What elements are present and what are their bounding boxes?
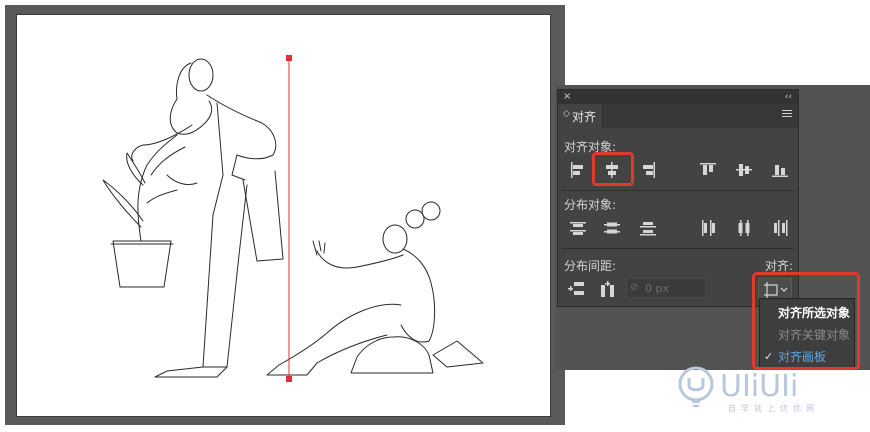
panel-titlebar: × ‹‹ <box>558 90 798 104</box>
distribute-horizontal-center-button[interactable] <box>734 218 754 238</box>
distribute-bottom-button[interactable] <box>638 218 658 238</box>
align-vertical-center-button[interactable] <box>734 160 754 180</box>
workspace: × ‹‹ ◇ 对齐 对齐对象: 分布对象: 分布间距: 对齐: ⊘ 0 px 对… <box>0 0 870 432</box>
align-left-icon <box>571 162 583 178</box>
watermark-logo: UIiUIi <box>678 366 798 407</box>
vertical-distribute-space-icon <box>568 282 584 295</box>
align-right-button[interactable] <box>638 160 658 180</box>
distribute-top-icon <box>570 222 586 235</box>
align-bottom-button[interactable] <box>770 160 790 180</box>
align-vertical-center-icon <box>736 164 752 176</box>
distribute-objects-label: 分布对象: <box>564 198 617 212</box>
canvas-area[interactable] <box>5 5 565 425</box>
tab-align-label: 对齐 <box>572 110 597 124</box>
distribute-left-button[interactable] <box>698 218 718 238</box>
artboard[interactable] <box>16 14 551 417</box>
tab-expand-icon[interactable]: ◇ <box>563 109 570 119</box>
align-top-button[interactable] <box>698 160 718 180</box>
tab-align[interactable]: ◇ 对齐 <box>558 104 603 128</box>
spacing-input[interactable]: ⊘ 0 px <box>626 278 706 298</box>
distribute-right-button[interactable] <box>770 218 790 238</box>
guide-handle-top <box>286 55 292 61</box>
spacing-value: 0 px <box>645 282 669 295</box>
section-divider <box>562 190 794 191</box>
distribute-vertical-center-button[interactable] <box>602 218 622 238</box>
close-icon[interactable]: × <box>563 90 571 104</box>
spacing-lock-icon: ⊘ <box>630 282 639 293</box>
align-bottom-icon <box>772 165 788 177</box>
distribute-horizontal-center-icon <box>738 220 750 236</box>
highlight-align-center <box>592 152 634 186</box>
woman-hair <box>169 62 213 135</box>
plant-leaves <box>102 134 186 242</box>
plant-pot <box>112 240 172 288</box>
distribute-spacing-label: 分布间距: <box>564 259 617 273</box>
panel-menu-icon[interactable] <box>782 110 792 119</box>
horizontal-distribute-space-button[interactable] <box>598 279 618 299</box>
distribute-right-icon <box>774 220 788 236</box>
distribute-bottom-icon <box>640 222 656 236</box>
align-left-button[interactable] <box>568 160 588 180</box>
distribute-left-icon <box>702 220 715 236</box>
panel-tabbar: ◇ 对齐 <box>558 104 798 128</box>
align-right-icon <box>643 162 655 178</box>
section-divider <box>562 248 794 249</box>
watermark-subtitle: 自学就上优优网 <box>728 404 819 413</box>
distribute-top-button[interactable] <box>568 218 588 238</box>
highlight-dropdown <box>752 272 860 370</box>
vertical-distribute-space-button[interactable] <box>566 279 586 299</box>
artwork-illustration <box>102 55 484 382</box>
collapse-icon[interactable]: ‹‹ <box>785 90 792 104</box>
woman-head <box>188 58 214 92</box>
svg-text:UIiUIi: UIiUIi <box>720 369 798 404</box>
align-top-icon <box>700 163 716 175</box>
guide-handle-bottom <box>286 376 292 382</box>
horizontal-distribute-space-icon <box>601 281 614 297</box>
distribute-vertical-center-icon <box>604 222 620 234</box>
